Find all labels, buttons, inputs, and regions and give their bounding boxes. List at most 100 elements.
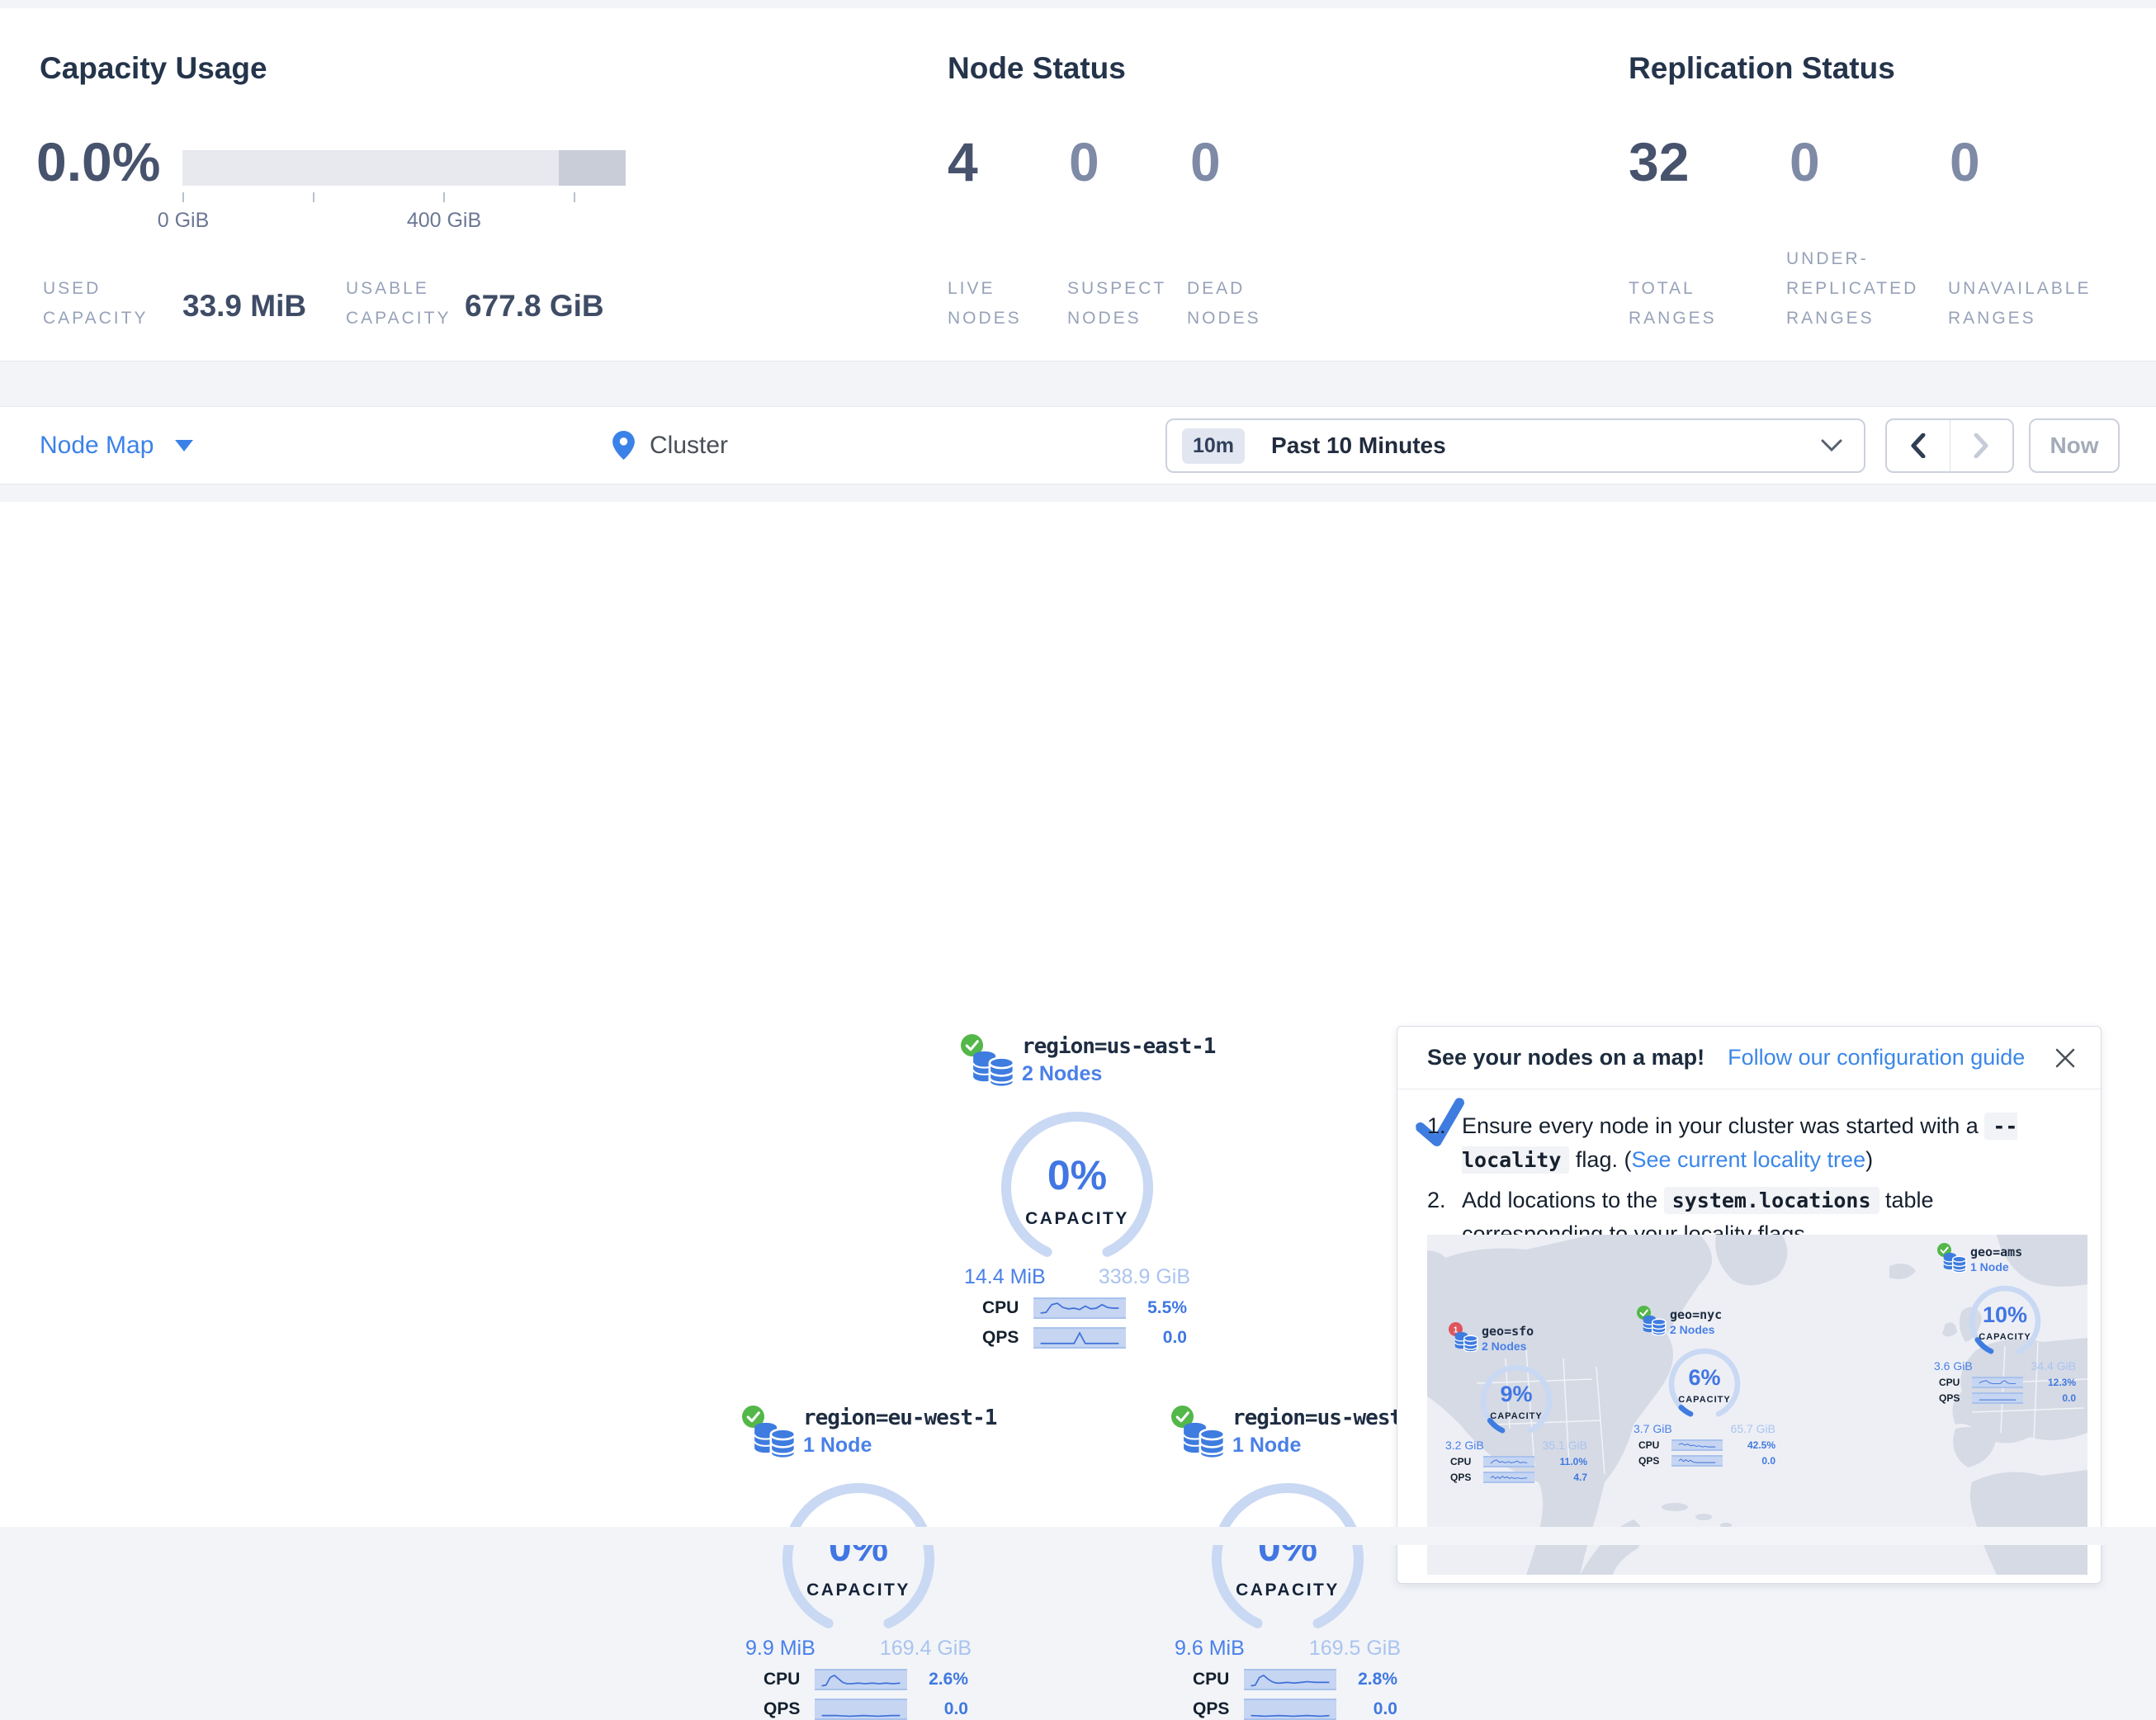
database-stack-icon (752, 1417, 797, 1458)
capacity-percent: 9% (1475, 1382, 1558, 1407)
capacity-label: CAPACITY (1663, 1395, 1746, 1405)
capacity-percent: 6% (1663, 1365, 1746, 1391)
close-button[interactable] (2054, 1047, 2076, 1069)
time-range-badge: 10m (1182, 428, 1245, 464)
cpu-metric-row: CPU 2.6% (730, 1669, 986, 1690)
cpu-metric-row: CPU 2.8% (1160, 1669, 1416, 1690)
usable-capacity-value: 677.8 GiB (465, 289, 604, 324)
qps-metric-row: QPS 0.0 (1632, 1455, 1777, 1467)
capacity-label: CAPACITY (1201, 1581, 1374, 1600)
unavailable-ranges-count: 0 (1950, 130, 1980, 193)
locality-tree-link[interactable]: See current locality tree (1631, 1147, 1865, 1172)
step-text: Ensure every node in your cluster was st… (1462, 1113, 1984, 1138)
step-number: 2. (1427, 1184, 1446, 1217)
capacity-label: CAPACITY (991, 1209, 1164, 1229)
capacity-bar-tick (182, 192, 184, 202)
capacity-total: 35.1 GiB (1543, 1439, 1587, 1452)
under-replicated-ranges-count: 0 (1790, 130, 1820, 193)
cpu-label: CPU (1193, 1670, 1244, 1689)
instruction-step-1: 1. Ensure every node in your cluster was … (1427, 1109, 2071, 1177)
configuration-guide-link[interactable]: Follow our configuration guide (1728, 1045, 2025, 1070)
step-number: 1. (1427, 1109, 1446, 1142)
capacity-label: CAPACITY (772, 1581, 945, 1600)
capacity-range: 9.9 MiB 169.4 GiB (730, 1637, 986, 1661)
map-node-geo-ams: geo=ams 1 Node 10% CAPACITY 3.6 GiB 34.4 (1932, 1245, 2078, 1404)
time-prev-button[interactable] (1887, 420, 1950, 471)
now-button[interactable]: Now (2029, 418, 2120, 473)
capacity-range: 3.6 GiB 34.4 GiB (1932, 1359, 2078, 1373)
mini-node-header: geo=sfo 2 Nodes (1444, 1324, 1589, 1363)
capacity-used: 9.6 MiB (1175, 1637, 1245, 1661)
qps-label: QPS (1638, 1455, 1671, 1467)
region-node-count-link[interactable]: 1 Node (1232, 1434, 1416, 1458)
cpu-metric-row: CPU 12.3% (1932, 1377, 2078, 1388)
popup-body: 1. Ensure every node in your cluster was … (1397, 1089, 2101, 1250)
capacity-range: 9.6 MiB 169.5 GiB (1160, 1637, 1416, 1661)
region-node-count-link[interactable]: 2 Nodes (1022, 1062, 1205, 1086)
locality-node-count: 1 Node (1970, 1260, 2078, 1273)
capacity-bar-tick (443, 192, 445, 202)
under-replicated-ranges-label: UNDER-REPLICATED RANGES (1786, 244, 1943, 333)
view-selector-label: Node Map (40, 432, 154, 460)
example-map-illustration: geo=sfo 2 Nodes 9% CAPACITY 3.2 GiB 35.1 (1427, 1235, 2087, 1575)
total-ranges-label: TOTAL RANGES (1629, 274, 1736, 333)
cpu-value: 2.8% (1358, 1670, 1397, 1689)
capacity-used: 3.7 GiB (1634, 1422, 1672, 1435)
cpu-sparkline (1671, 1439, 1723, 1451)
qps-value: 0.0 (1163, 1328, 1187, 1348)
qps-sparkline (815, 1699, 907, 1720)
region-name: region=eu-west-1 (803, 1406, 986, 1430)
capacity-gauge: 6% CAPACITY (1663, 1347, 1746, 1420)
database-stack-icon (1942, 1250, 1967, 1273)
capacity-percent: 0% (991, 1151, 1164, 1199)
chevron-right-icon (1974, 433, 1988, 458)
live-nodes-label: LIVE NODES (948, 274, 1038, 333)
view-selector-dropdown[interactable]: Node Map (40, 407, 193, 484)
capacity-gauge: 0% CAPACITY (991, 1112, 1164, 1259)
region-card-eu-west-1[interactable]: region=eu-west-1 1 Node 0% CAPACITY 9.9 … (730, 1406, 986, 1720)
cpu-sparkline (815, 1669, 907, 1690)
cpu-label: CPU (1450, 1456, 1483, 1467)
qps-sparkline (1483, 1472, 1534, 1483)
qps-value: 0.0 (1761, 1455, 1775, 1467)
qps-value: 4.7 (1573, 1472, 1587, 1483)
locality-name: geo=sfo (1482, 1324, 1589, 1339)
dead-nodes-label: DEAD NODES (1187, 274, 1278, 333)
time-range-select[interactable]: 10m Past 10 Minutes (1165, 418, 1865, 473)
qps-label: QPS (1939, 1392, 1972, 1404)
capacity-tick-label-0: 0 GiB (158, 209, 210, 233)
locality-breadcrumb[interactable]: Cluster (612, 407, 728, 484)
capacity-gauge: 9% CAPACITY (1475, 1363, 1558, 1436)
region-card-header: region=us-east-1 2 Nodes (949, 1034, 1205, 1110)
used-capacity-label: USED CAPACITY (43, 274, 167, 333)
database-stack-icon (971, 1046, 1015, 1087)
capacity-total: 65.7 GiB (1731, 1422, 1775, 1435)
node-status-title: Node Status (948, 51, 1126, 86)
cpu-value: 42.5% (1747, 1439, 1775, 1451)
capacity-tick-label-400: 400 GiB (407, 209, 481, 233)
time-range-label: Past 10 Minutes (1271, 432, 1446, 459)
capacity-usage-title: Capacity Usage (40, 51, 267, 86)
time-next-button[interactable] (1950, 420, 2013, 471)
capacity-total: 169.5 GiB (1309, 1637, 1401, 1661)
cpu-metric-row: CPU 11.0% (1444, 1456, 1589, 1467)
qps-sparkline (1033, 1327, 1126, 1349)
mini-node-header: geo=ams 1 Node (1932, 1245, 2078, 1284)
cockroachdb-cluster-overview: Capacity Usage 0.0% 0 GiB 400 GiB USED C… (0, 0, 2156, 1545)
chevron-left-icon (1911, 433, 1926, 458)
suspect-nodes-count: 0 (1069, 130, 1099, 193)
cpu-sparkline (1244, 1669, 1336, 1690)
caret-down-icon (175, 440, 193, 451)
capacity-total: 169.4 GiB (880, 1637, 972, 1661)
region-card-us-west-1[interactable]: region=us-west-1 1 Node 0% CAPACITY 9.6 … (1160, 1406, 1416, 1720)
region-card-us-east-1[interactable]: region=us-east-1 2 Nodes 0% CAPACITY 14.… (949, 1034, 1205, 1349)
database-stack-icon (1642, 1312, 1667, 1335)
cpu-metric-row: CPU 5.5% (949, 1297, 1205, 1319)
qps-metric-row: QPS 0.0 (1160, 1699, 1416, 1720)
region-node-count-link[interactable]: 1 Node (803, 1434, 986, 1458)
map-pin-icon (612, 431, 635, 460)
capacity-range: 14.4 MiB 338.9 GiB (949, 1265, 1205, 1289)
cpu-label: CPU (982, 1298, 1033, 1318)
qps-sparkline (1244, 1699, 1336, 1720)
capacity-range: 3.2 GiB 35.1 GiB (1444, 1439, 1589, 1452)
